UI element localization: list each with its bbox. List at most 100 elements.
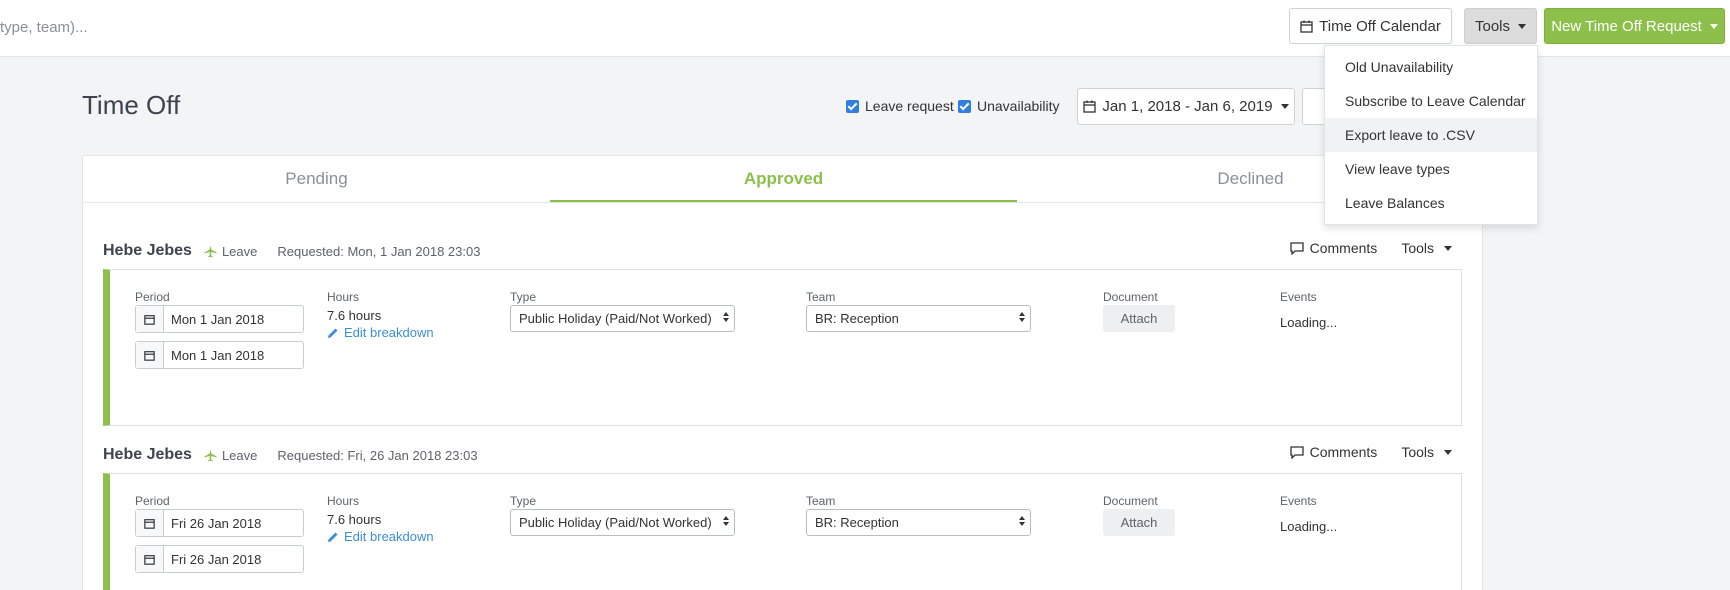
- request-tools-button[interactable]: Tools: [1401, 444, 1452, 460]
- date-range-label: Jan 1, 2018 - Jan 6, 2019: [1102, 98, 1273, 115]
- leave-kind-label: Leave: [221, 447, 258, 463]
- edit-breakdown-link[interactable]: Edit breakdown: [327, 325, 434, 340]
- request-actions: Comments Tools: [1289, 240, 1452, 256]
- tools-dropdown-menu: Old Unavailability Subscribe to Leave Ca…: [1324, 45, 1538, 225]
- search-placeholder[interactable]: type, team)...: [0, 19, 88, 36]
- comments-label: Comments: [1309, 240, 1378, 256]
- events-status: Loading...: [1280, 315, 1338, 330]
- team-value: BR: Reception: [815, 515, 899, 530]
- tab-pending[interactable]: Pending: [83, 156, 550, 202]
- comments-button[interactable]: Comments: [1289, 240, 1378, 256]
- end-date-input[interactable]: Fri 26 Jan 2018: [135, 545, 304, 573]
- team-label: Team: [806, 290, 836, 304]
- page-title: Time Off: [82, 90, 181, 120]
- time-off-calendar-button[interactable]: Time Off Calendar: [1289, 8, 1452, 44]
- end-date-input[interactable]: Mon 1 Jan 2018: [135, 341, 304, 369]
- leave-type-value: Public Holiday (Paid/Not Worked): [519, 311, 712, 326]
- leave-request-label: Leave request: [865, 98, 954, 114]
- request-header: Hebe Jebes Leave Requested: Mon, 1 Jan 2…: [103, 240, 480, 262]
- comment-icon: [1289, 241, 1304, 255]
- team-value: BR: Reception: [815, 311, 899, 326]
- team-label: Team: [806, 494, 836, 508]
- comments-button[interactable]: Comments: [1289, 444, 1378, 460]
- hours-label: Hours: [327, 290, 360, 304]
- start-date-input[interactable]: Mon 1 Jan 2018: [135, 305, 304, 333]
- team-select[interactable]: BR: Reception: [806, 509, 1031, 536]
- leave-request-checkbox[interactable]: [846, 99, 859, 113]
- requested-date: Requested: Mon, 1 Jan 2018 23:03: [277, 243, 481, 259]
- requested-date: Requested: Fri, 26 Jan 2018 23:03: [277, 447, 478, 463]
- comments-label: Comments: [1309, 444, 1378, 460]
- caret-down-icon: [1280, 104, 1289, 109]
- pencil-icon: [328, 532, 338, 542]
- airplane-icon: [204, 448, 217, 461]
- menu-item-subscribe-calendar[interactable]: Subscribe to Leave Calendar: [1325, 84, 1537, 118]
- start-date-value: Fri 26 Jan 2018: [171, 515, 262, 531]
- period-label: Period: [135, 494, 170, 508]
- calendar-icon: [136, 510, 164, 536]
- type-label: Type: [510, 494, 537, 508]
- select-arrows-icon: [723, 312, 729, 322]
- attach-button[interactable]: Attach: [1103, 509, 1175, 536]
- leave-type-tag: Leave: [204, 448, 257, 463]
- leave-kind-label: Leave: [221, 243, 258, 259]
- request-card: Period Mon 1 Jan 2018 Mon 1 Jan 2018 Hou…: [103, 269, 1462, 426]
- caret-down-icon: [1518, 23, 1527, 29]
- menu-item-leave-balances[interactable]: Leave Balances: [1325, 186, 1537, 220]
- end-date-value: Fri 26 Jan 2018: [171, 551, 262, 567]
- date-range-picker[interactable]: Jan 1, 2018 - Jan 6, 2019: [1077, 88, 1295, 125]
- request-actions: Comments Tools: [1289, 444, 1452, 460]
- airplane-icon: [204, 244, 217, 257]
- caret-down-icon: [1444, 245, 1452, 251]
- employee-name[interactable]: Hebe Jebes: [103, 446, 192, 464]
- select-arrows-icon: [1019, 516, 1025, 526]
- period-label: Period: [135, 290, 170, 304]
- pencil-icon: [328, 328, 338, 338]
- select-arrows-icon: [723, 516, 729, 526]
- hours-value: 7.6 hours: [327, 308, 382, 323]
- team-select[interactable]: BR: Reception: [806, 305, 1031, 332]
- new-request-label: New Time Off Request: [1551, 17, 1702, 35]
- menu-item-export-csv[interactable]: Export leave to .CSV: [1325, 118, 1537, 152]
- attach-button[interactable]: Attach: [1103, 305, 1175, 332]
- events-label: Events: [1280, 290, 1317, 304]
- filter-unavailability[interactable]: Unavailability: [958, 98, 1059, 114]
- document-label: Document: [1103, 494, 1158, 508]
- employee-name[interactable]: Hebe Jebes: [103, 242, 192, 260]
- status-tabs: Pending Approved Declined: [83, 156, 1484, 203]
- leave-type-select[interactable]: Public Holiday (Paid/Not Worked): [510, 305, 735, 332]
- calendar-icon: [1083, 100, 1097, 113]
- document-label: Document: [1103, 290, 1158, 304]
- tab-approved[interactable]: Approved: [550, 156, 1017, 202]
- select-arrows-icon: [1019, 312, 1025, 322]
- comment-icon: [1289, 445, 1304, 459]
- filter-leave-request[interactable]: Leave request: [846, 98, 954, 114]
- caret-down-icon: [1709, 23, 1718, 29]
- time-off-calendar-label: Time Off Calendar: [1319, 17, 1441, 35]
- requests-panel: Pending Approved Declined Hebe Jebes Lea…: [82, 155, 1484, 590]
- leave-type-tag: Leave: [204, 244, 257, 259]
- hours-label: Hours: [327, 494, 360, 508]
- start-date-input[interactable]: Fri 26 Jan 2018: [135, 509, 304, 537]
- calendar-icon: [136, 546, 164, 572]
- request-tools-label: Tools: [1401, 240, 1434, 256]
- edit-breakdown-label: Edit breakdown: [344, 325, 434, 340]
- start-date-value: Mon 1 Jan 2018: [171, 311, 265, 327]
- unavailability-label: Unavailability: [977, 98, 1060, 114]
- tools-label: Tools: [1474, 17, 1511, 35]
- tools-menu-button[interactable]: Tools: [1464, 8, 1537, 44]
- request-tools-button[interactable]: Tools: [1401, 240, 1452, 256]
- new-time-off-request-button[interactable]: New Time Off Request: [1544, 8, 1725, 44]
- caret-down-icon: [1444, 449, 1452, 455]
- leave-type-select[interactable]: Public Holiday (Paid/Not Worked): [510, 509, 735, 536]
- edit-breakdown-link[interactable]: Edit breakdown: [327, 529, 434, 544]
- request-tools-label: Tools: [1401, 444, 1434, 460]
- end-date-value: Mon 1 Jan 2018: [171, 347, 265, 363]
- calendar-icon: [1300, 20, 1313, 33]
- unavailability-checkbox[interactable]: [958, 99, 971, 113]
- events-status: Loading...: [1280, 519, 1338, 534]
- menu-item-view-leave-types[interactable]: View leave types: [1325, 152, 1537, 186]
- type-label: Type: [510, 290, 537, 304]
- menu-item-old-unavailability[interactable]: Old Unavailability: [1325, 50, 1537, 84]
- calendar-icon: [136, 342, 164, 368]
